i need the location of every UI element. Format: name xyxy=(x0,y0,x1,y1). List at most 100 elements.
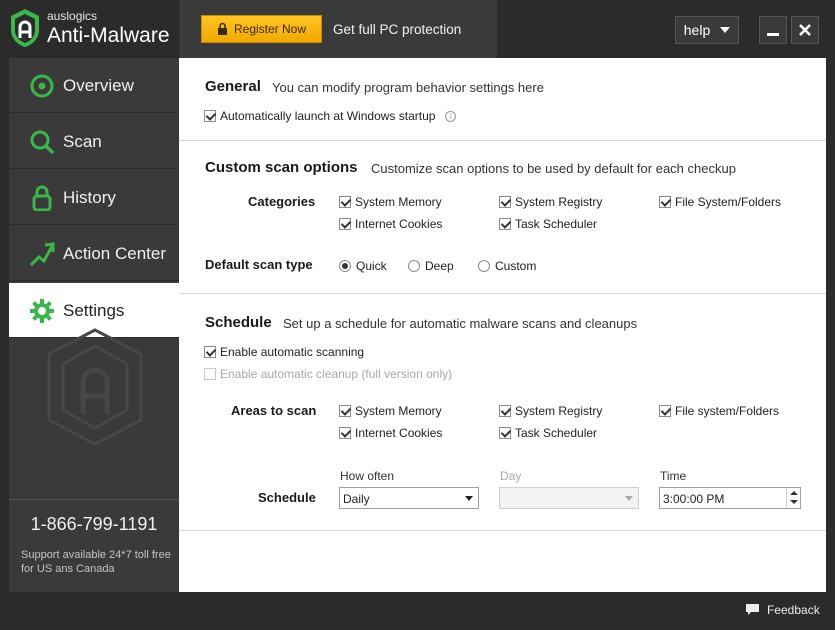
sidebar-item-history[interactable]: History xyxy=(9,170,179,225)
scan-type-radio-deep[interactable]: Deep xyxy=(408,259,454,273)
support-text: Support available 24*7 toll free for US … xyxy=(21,549,171,575)
sidebar-item-label: Scan xyxy=(63,132,102,151)
chevron-down-icon xyxy=(720,27,731,33)
help-label: help xyxy=(683,22,711,38)
sidebar-divider xyxy=(9,499,179,500)
app-logo-icon xyxy=(11,9,39,47)
enable-scanning-checkbox[interactable]: Enable automatic scanning xyxy=(204,345,364,359)
title-bar: auslogics Anti-Malware Register Now Get … xyxy=(0,0,835,58)
checkbox-label: Enable automatic scanning xyxy=(220,345,365,359)
checkbox-label: Enable automatic cleanup (full version o… xyxy=(220,367,453,381)
custom-scan-section: Custom scan options Customize scan optio… xyxy=(179,141,826,294)
day-label: Day xyxy=(500,469,522,483)
custom-scan-desc: Customize scan options to be used by def… xyxy=(371,161,736,176)
arrows-icon xyxy=(29,242,55,267)
support-phone: 1-866-799-1191 xyxy=(30,514,158,534)
custom-scan-title: Custom scan options xyxy=(205,159,358,176)
time-value: 3:00:00 PM xyxy=(663,492,725,506)
how-often-select[interactable]: Daily xyxy=(339,487,479,509)
areas-label: Areas to scan xyxy=(231,403,317,418)
how-often-value: Daily xyxy=(343,492,370,506)
brand-small-text: auslogics xyxy=(47,9,98,23)
schedule-desc: Set up a schedule for automatic malware … xyxy=(283,316,638,331)
sidebar-item-label: Action Center xyxy=(63,244,166,263)
category-checkbox[interactable]: System Memory xyxy=(339,195,442,209)
radio-label: Custom xyxy=(495,259,537,273)
spinner-up-icon[interactable] xyxy=(787,488,800,498)
checkbox-label: File System/Folders xyxy=(675,195,782,209)
feedback-label: Feedback xyxy=(767,603,820,617)
category-checkbox[interactable]: File System/Folders xyxy=(659,195,781,209)
general-section: General You can modify program behavior … xyxy=(179,58,826,141)
minimize-icon xyxy=(767,33,779,36)
scan-type-radio-custom[interactable]: Custom xyxy=(478,259,536,273)
checkbox-box xyxy=(204,110,216,122)
categories-label: Categories xyxy=(248,194,316,209)
feedback-link[interactable]: Feedback xyxy=(746,603,820,617)
enable-cleanup-checkbox[interactable]: Enable automatic cleanup (full version o… xyxy=(204,367,452,381)
area-checkbox[interactable]: Task Scheduler xyxy=(499,426,597,440)
time-spinner[interactable] xyxy=(786,488,800,508)
promo-bar: Register Now Get full PC protection xyxy=(180,0,497,58)
radio-label: Quick xyxy=(356,259,387,273)
how-often-label: How often xyxy=(340,469,395,483)
checkbox-label: Task Scheduler xyxy=(515,426,598,440)
help-dropdown[interactable]: help xyxy=(675,16,739,44)
area-checkbox[interactable]: System Registry xyxy=(499,404,602,418)
sidebar-item-action-center[interactable]: Action Center xyxy=(9,226,179,281)
sidebar-item-label: Overview xyxy=(63,76,134,95)
overview-icon xyxy=(30,74,54,98)
register-now-button[interactable]: Register Now xyxy=(201,15,322,43)
checkbox-label: Internet Cookies xyxy=(355,217,443,231)
close-icon xyxy=(799,24,811,36)
lock-icon xyxy=(32,185,52,211)
schedule-label: Schedule xyxy=(258,490,316,505)
checkbox-label: System Memory xyxy=(355,404,442,418)
schedule-title: Schedule xyxy=(205,314,272,331)
time-input[interactable]: 3:00:00 PM xyxy=(659,487,801,509)
sidebar-item-label: History xyxy=(63,188,116,207)
scan-type-radio-quick[interactable]: Quick xyxy=(339,259,387,273)
app-brand: auslogics Anti-Malware xyxy=(9,6,179,52)
padlock-icon xyxy=(217,23,227,35)
checkbox-label: Automatically launch at Windows startup xyxy=(220,109,436,123)
chevron-down-icon xyxy=(465,496,473,501)
sidebar-item-scan[interactable]: Scan xyxy=(9,114,179,169)
time-label: Time xyxy=(660,469,687,483)
area-checkbox[interactable]: Internet Cookies xyxy=(339,426,442,440)
checkbox-label: System Registry xyxy=(515,195,603,209)
area-checkbox[interactable]: File system/Folders xyxy=(659,404,779,418)
settings-panel: General You can modify program behavior … xyxy=(179,58,826,592)
close-button[interactable] xyxy=(791,16,819,44)
app-title: Anti-Malware xyxy=(47,24,170,47)
autostart-checkbox[interactable]: Automatically launch at Windows startup … xyxy=(204,109,457,123)
search-icon xyxy=(30,130,55,155)
category-checkbox[interactable]: System Registry xyxy=(499,195,602,209)
shield-watermark-icon xyxy=(47,328,143,446)
scan-type-label: Default scan type xyxy=(205,257,313,272)
register-now-label: Register Now xyxy=(233,22,307,36)
minimize-button[interactable] xyxy=(759,16,787,44)
gear-icon xyxy=(30,299,54,323)
radio-label: Deep xyxy=(425,259,454,273)
chevron-down-icon xyxy=(625,496,633,501)
checkbox-label: Task Scheduler xyxy=(515,217,598,231)
general-title: General xyxy=(205,78,261,95)
sidebar-item-overview[interactable]: Overview xyxy=(9,58,179,113)
day-select[interactable] xyxy=(499,487,639,509)
spinner-down-icon[interactable] xyxy=(787,498,800,508)
checkbox-label: System Registry xyxy=(515,404,603,418)
general-desc: You can modify program behavior settings… xyxy=(272,80,544,95)
checkbox-label: Internet Cookies xyxy=(355,426,443,440)
schedule-section: Schedule Set up a schedule for automatic… xyxy=(179,294,826,531)
info-icon[interactable]: i xyxy=(445,110,457,122)
checkbox-label: File system/Folders xyxy=(675,404,780,418)
sidebar: Overview Scan History Action Center Sett… xyxy=(9,58,179,592)
promo-text: Get full PC protection xyxy=(333,22,462,37)
sidebar-item-label: Settings xyxy=(63,301,125,320)
category-checkbox[interactable]: Internet Cookies xyxy=(339,217,442,231)
area-checkbox[interactable]: System Memory xyxy=(339,404,442,418)
feedback-icon xyxy=(746,604,759,615)
checkbox-label: System Memory xyxy=(355,195,442,209)
category-checkbox[interactable]: Task Scheduler xyxy=(499,217,597,231)
